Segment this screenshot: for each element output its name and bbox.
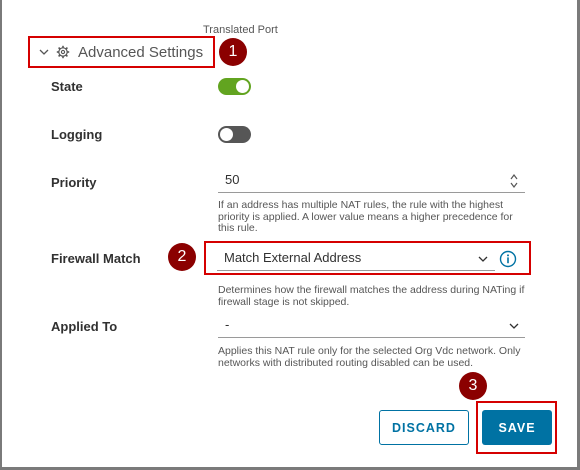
firewall-match-label: Firewall Match	[51, 251, 141, 266]
toggle-knob	[236, 80, 249, 93]
logging-label: Logging	[51, 127, 103, 142]
firewall-match-select[interactable]: Match External Address	[217, 247, 495, 271]
applied-to-select[interactable]: -	[218, 314, 525, 338]
firewall-match-help-text: Determines how the firewall matches the …	[218, 284, 525, 308]
applied-to-help-text: Applies this NAT rule only for the selec…	[218, 345, 521, 369]
logging-toggle[interactable]	[218, 126, 251, 143]
chevron-down-icon	[508, 320, 520, 332]
state-toggle[interactable]	[218, 78, 251, 95]
window-border-left	[0, 0, 2, 470]
firewall-match-value: Match External Address	[224, 250, 362, 265]
callout-badge-1: 1	[219, 38, 247, 66]
translated-port-label: Translated Port	[203, 24, 278, 36]
advanced-settings-label: Advanced Settings	[78, 43, 204, 61]
gear-icon	[56, 45, 70, 59]
applied-to-value: -	[225, 317, 230, 332]
callout-badge-2: 2	[168, 243, 196, 271]
priority-input[interactable]: 50	[218, 169, 525, 193]
applied-to-label: Applied To	[51, 319, 118, 334]
toggle-knob	[220, 128, 233, 141]
state-label: State	[51, 79, 83, 94]
priority-help-text: If an address has multiple NAT rules, th…	[218, 199, 513, 234]
callout-badge-3: 3	[459, 372, 487, 400]
save-button[interactable]: SAVE	[482, 410, 552, 445]
advanced-settings-toggle[interactable]: Advanced Settings	[38, 42, 203, 62]
priority-label: Priority	[51, 175, 97, 190]
chevron-down-icon	[477, 253, 489, 265]
number-spinner-icon[interactable]	[509, 172, 519, 190]
discard-button[interactable]: DISCARD	[379, 410, 469, 445]
info-icon[interactable]	[499, 250, 517, 268]
priority-value: 50	[225, 172, 240, 187]
chevron-down-icon	[38, 46, 50, 58]
